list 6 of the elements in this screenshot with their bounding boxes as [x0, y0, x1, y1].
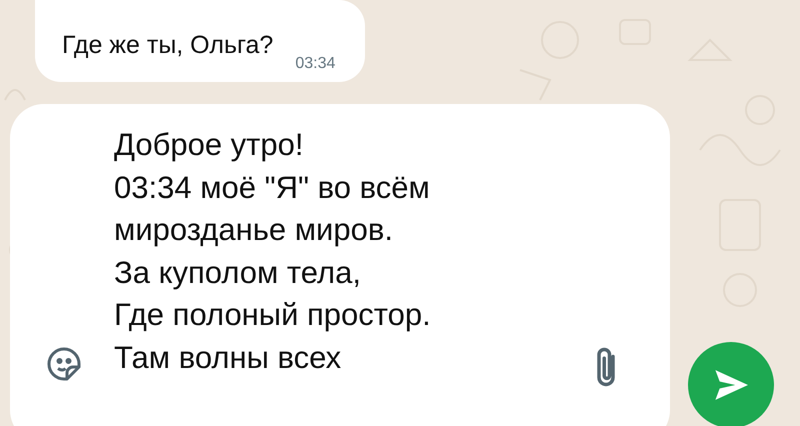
message-time: 03:34: [295, 54, 336, 74]
sticker-icon[interactable]: [46, 346, 82, 382]
message-input-text[interactable]: Доброе утро! 03:34 моё "Я" во всём мирозданье миров. За куполом тела, Где полоный простор. Там волны всех: [114, 124, 574, 380]
send-icon: [714, 370, 748, 400]
message-text: Где же ты, Ольга?: [62, 30, 274, 60]
message-composer[interactable]: Доброе утро! 03:34 моё "Я" во всём мирозданье миров. За куполом тела, Где полоный простор. Там волны всех: [10, 104, 670, 426]
